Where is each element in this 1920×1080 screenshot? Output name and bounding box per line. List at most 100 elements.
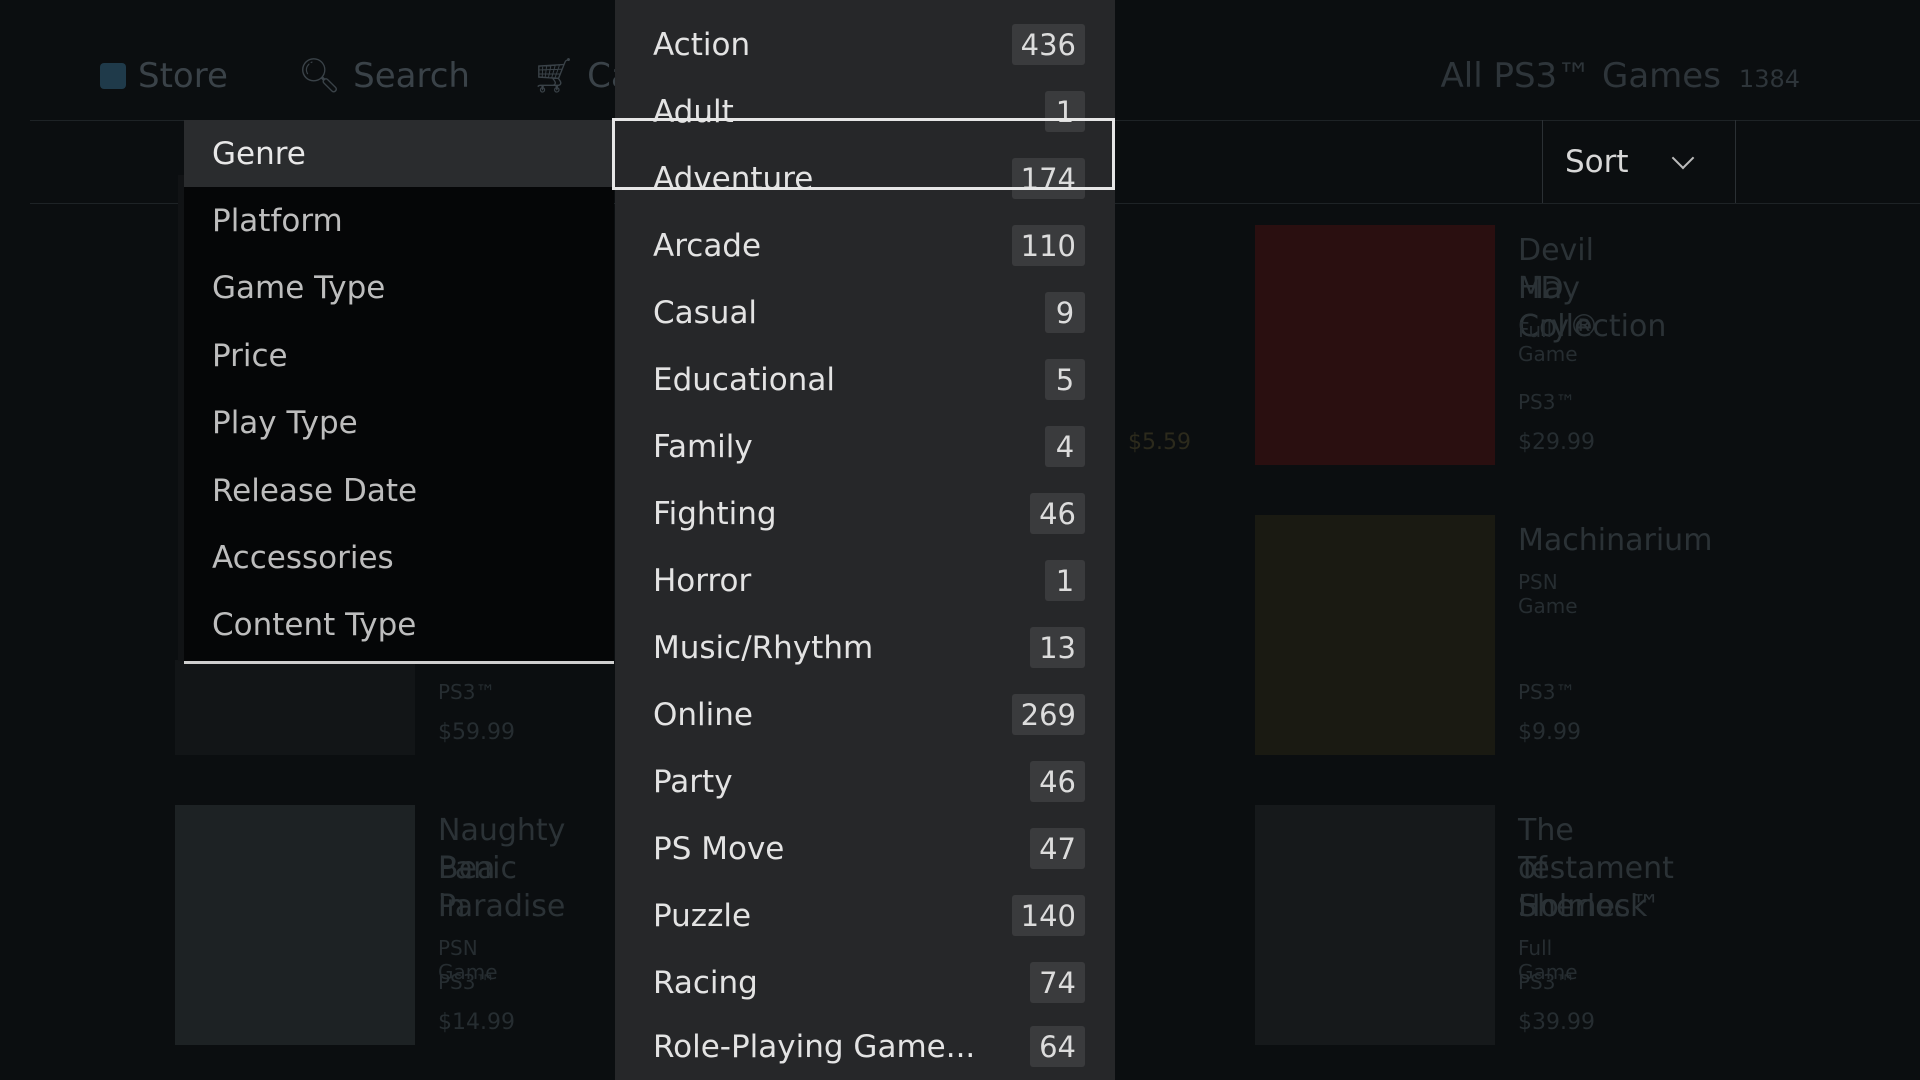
category-content-type[interactable]: Content Type [184, 592, 614, 659]
genre-count: 5 [1045, 359, 1085, 400]
genre-option[interactable]: Role-Playing Game... 64 [615, 1013, 1115, 1080]
category-label: Platform [212, 203, 343, 240]
genre-count: 269 [1011, 694, 1085, 735]
genre-option[interactable]: Educational 5 [615, 346, 1115, 413]
genre-count: 74 [1030, 962, 1085, 1003]
genre-name: Music/Rhythm [653, 629, 874, 666]
genre-count: 13 [1030, 627, 1085, 668]
genre-option[interactable]: Adventure 174 [615, 145, 1115, 212]
game-price: $59.99 [438, 720, 515, 745]
genre-name: Party [653, 763, 733, 800]
game-cover [175, 805, 415, 1045]
genre-name: Puzzle [653, 897, 752, 934]
game-price: $5.59 [1128, 430, 1191, 455]
genre-count: 110 [1011, 225, 1085, 266]
chevron-down-icon [1671, 146, 1695, 170]
search-tab-label: Search [353, 56, 470, 96]
store-tab[interactable]: Store [100, 56, 228, 96]
game-type: Full Game [1518, 318, 1578, 366]
category-price[interactable]: Price [184, 322, 614, 389]
genre-count: 1 [1045, 91, 1085, 132]
game-price: $9.99 [1518, 720, 1581, 745]
category-genre[interactable]: Genre [184, 120, 614, 188]
sort-label: Sort [1565, 143, 1629, 180]
genre-option[interactable]: Online 269 [615, 681, 1115, 748]
collection-count: 1384 [1738, 65, 1800, 93]
filter-category-menu: Genre Platform Game Type Price Play Type… [184, 120, 614, 664]
genre-option[interactable]: Fighting 46 [615, 480, 1115, 547]
game-platform: PS3™ [1518, 680, 1576, 704]
store-icon [100, 63, 126, 89]
genre-name: Racing [653, 964, 758, 1001]
genre-name: Educational [653, 361, 835, 398]
genre-name: Fighting [653, 495, 777, 532]
genre-option[interactable]: Adult 1 [615, 78, 1115, 145]
category-release-date[interactable]: Release Date [184, 457, 614, 524]
category-label: Price [212, 337, 288, 374]
genre-option[interactable]: Party 46 [615, 748, 1115, 815]
genre-count: 46 [1030, 493, 1085, 534]
game-cover [1255, 225, 1495, 465]
category-platform[interactable]: Platform [184, 187, 614, 254]
genre-name: Role-Playing Game... [653, 1028, 976, 1065]
category-play-type[interactable]: Play Type [184, 390, 614, 457]
genre-name: Online [653, 696, 753, 733]
genre-name: Horror [653, 562, 752, 599]
genre-option[interactable]: PS Move 47 [615, 815, 1115, 882]
search-tab[interactable]: 🔍︎ Search [298, 56, 470, 96]
genre-count: 46 [1030, 761, 1085, 802]
genre-option[interactable]: Family 4 [615, 413, 1115, 480]
genre-count: 174 [1011, 158, 1085, 199]
genre-option[interactable]: Puzzle 140 [615, 882, 1115, 949]
genre-count: 9 [1045, 292, 1085, 333]
genre-name: Casual [653, 294, 758, 331]
game-type: PSN Game [1518, 570, 1578, 618]
category-accessories[interactable]: Accessories [184, 524, 614, 591]
search-icon: 🔍︎ [298, 56, 342, 96]
sort-dropdown[interactable]: Sort [1542, 120, 1736, 203]
game-title: Paradise [438, 889, 566, 924]
game-cover [1255, 805, 1495, 1045]
genre-count: 1 [1045, 560, 1085, 601]
genre-option[interactable]: Racing 74 [615, 949, 1115, 1016]
genre-count: 436 [1011, 24, 1085, 65]
category-game-type[interactable]: Game Type [184, 255, 614, 322]
genre-count: 47 [1030, 828, 1085, 869]
genre-option[interactable]: Action 436 [615, 11, 1115, 78]
genre-count: 4 [1045, 426, 1085, 467]
genre-option[interactable]: Horror 1 [615, 547, 1115, 614]
genre-option[interactable]: Casual 9 [615, 279, 1115, 346]
genre-name: PS Move [653, 830, 785, 867]
game-platform: PS3™ [1518, 970, 1576, 994]
genre-option[interactable]: Arcade 110 [615, 212, 1115, 279]
store-tab-label: Store [138, 56, 228, 96]
game-price: $39.99 [1518, 1010, 1595, 1035]
genre-name: Adventure [653, 160, 814, 197]
game-platform: PS3™ [438, 680, 496, 704]
category-label: Content Type [212, 607, 417, 644]
category-label: Genre [212, 135, 306, 172]
game-price: $14.99 [438, 1010, 515, 1035]
category-label: Game Type [212, 270, 386, 307]
game-title: Holmes™ [1518, 889, 1661, 924]
category-label: Accessories [212, 540, 394, 577]
category-label: Play Type [212, 405, 358, 442]
genre-name: Action [653, 26, 751, 63]
genre-options-list: Action 436 Adult 1 Adventure 174 Arcade 110 … [615, 0, 1115, 1080]
genre-count: 64 [1030, 1026, 1085, 1067]
game-platform: PS3™ [438, 970, 496, 994]
game-platform: PS3™ [1518, 390, 1576, 414]
cart-icon: 🛒︎ [532, 56, 576, 96]
game-cover [175, 660, 415, 755]
collection-header: All PS3™ Games 1384 [1441, 56, 1801, 96]
game-price: $29.99 [1518, 430, 1595, 455]
genre-name: Family [653, 428, 753, 465]
game-cover [1255, 515, 1495, 755]
genre-name: Arcade [653, 227, 762, 264]
genre-count: 140 [1011, 895, 1085, 936]
genre-option[interactable]: Music/Rhythm 13 [615, 614, 1115, 681]
category-label: Release Date [212, 472, 418, 509]
genre-name: Adult [653, 93, 734, 130]
game-title: Machinarium [1518, 523, 1713, 558]
collection-title: All PS3™ Games [1440, 56, 1721, 96]
